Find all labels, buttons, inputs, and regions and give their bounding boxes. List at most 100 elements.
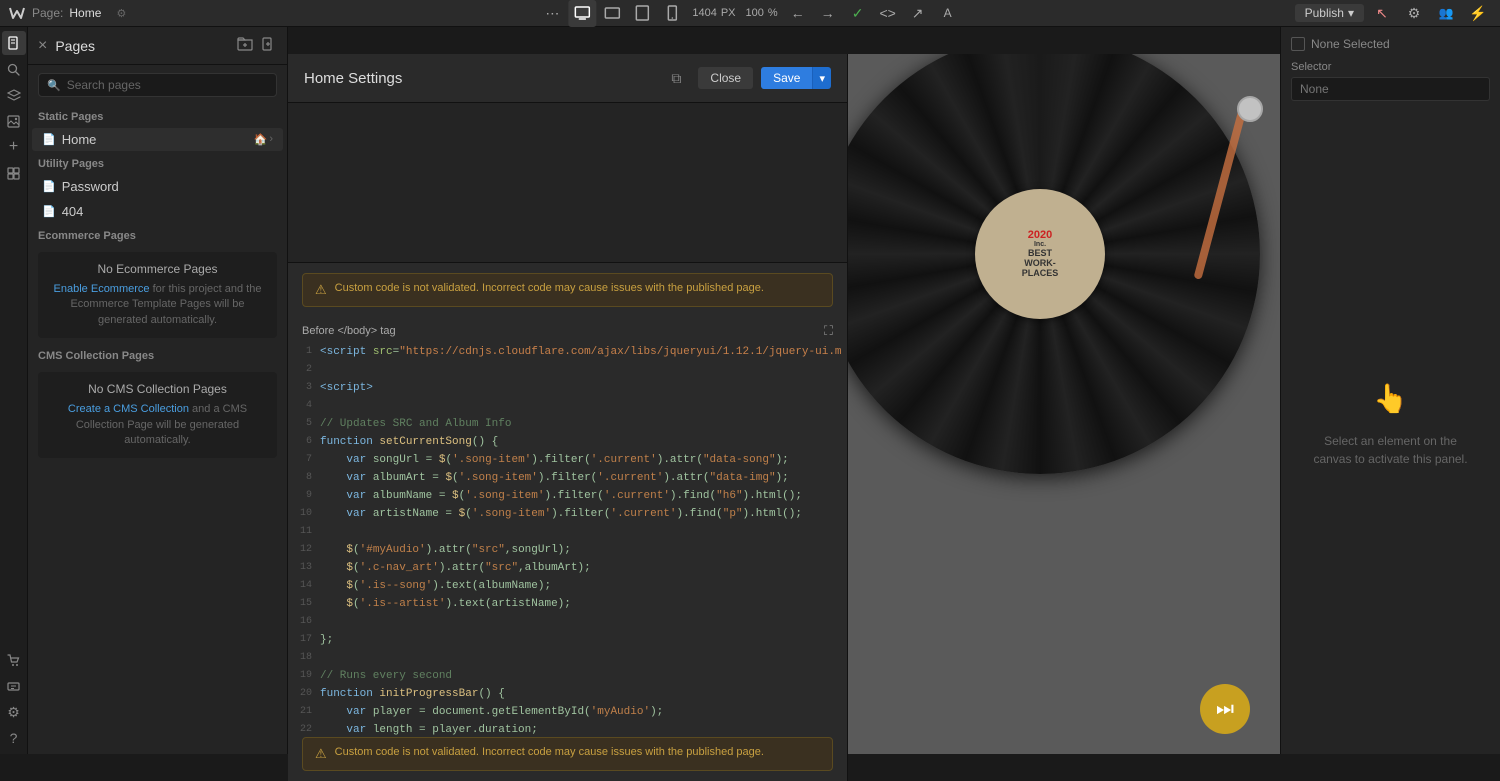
desktop-view-icon[interactable] xyxy=(568,0,596,27)
cursor-tool-icon[interactable]: ↖ xyxy=(1368,0,1396,27)
code-line-9: 9 var albumName = $('.song-item').filter… xyxy=(292,487,843,505)
topbar: Page: Home ⚙ ⋯ 1404 PX 100 % ← → ✓ <> ↗ xyxy=(0,0,1500,27)
panel-header: × Pages xyxy=(28,27,287,65)
page-file-icon: 📄 xyxy=(42,205,56,218)
integrations-icon[interactable]: ⚙ xyxy=(2,700,26,724)
selector-input[interactable] xyxy=(1291,77,1490,101)
tablet-portrait-icon[interactable] xyxy=(628,0,656,27)
assets-icon[interactable] xyxy=(2,109,26,133)
save-dropdown-arrow[interactable]: ▾ xyxy=(812,67,831,89)
canvas-width: 1404 xyxy=(692,7,716,19)
main-area: + ⚙ ? × Pages xyxy=(0,27,1500,754)
search-box: 🔍 xyxy=(38,73,277,97)
copy-icon[interactable]: ⧉ xyxy=(662,64,690,92)
settings-title: Home Settings xyxy=(304,70,402,87)
page-item-404[interactable]: 📄 404 xyxy=(32,200,283,223)
topbar-left: Page: Home ⚙ xyxy=(8,0,135,27)
cms-pages-label: CMS Collection Pages xyxy=(28,344,287,366)
code-line-12: 12 $('#myAudio').attr("src",songUrl); xyxy=(292,541,843,559)
font-icon[interactable]: A xyxy=(934,0,962,27)
page-404-name: 404 xyxy=(62,204,273,219)
close-button[interactable]: Close xyxy=(698,67,753,89)
enable-ecommerce-link[interactable]: Enable Ecommerce xyxy=(54,283,150,295)
code-line-13: 13 $('.c-nav_art').attr("src",albumArt); xyxy=(292,559,843,577)
code-line-8: 8 var albumArt = $('.song-item').filter(… xyxy=(292,469,843,487)
panel-header-icons xyxy=(235,35,277,56)
settings-gear-icon[interactable]: ⚙ xyxy=(1400,0,1428,27)
page-file-icon: 📄 xyxy=(42,133,56,146)
code-line-14: 14 $('.is--song').text(albumName); xyxy=(292,577,843,595)
code-line-21: 21 var player = document.getElementById(… xyxy=(292,703,843,721)
code-expand-button[interactable]: ⛶ xyxy=(824,323,833,339)
none-selected-label: None Selected xyxy=(1311,37,1390,51)
code-line-17: 17 }; xyxy=(292,631,843,649)
code-lines: 1 <script src="https://cdnjs.cloudflare.… xyxy=(292,343,843,737)
code-line-19: 19 // Runs every second xyxy=(292,667,843,685)
mobile-icon[interactable] xyxy=(658,0,686,27)
publish-button[interactable]: Publish ▾ xyxy=(1295,4,1364,22)
components-icon[interactable] xyxy=(2,161,26,185)
check-icon[interactable]: ✓ xyxy=(844,0,872,27)
add-icon[interactable]: + xyxy=(2,135,26,159)
save-btn-group: Save ▾ xyxy=(761,67,831,89)
code-line-6: 6 function setCurrentSong() { xyxy=(292,433,843,451)
lightning-icon[interactable]: ⚡ xyxy=(1464,0,1492,27)
code-line-20: 20 function initProgressBar() { xyxy=(292,685,843,703)
warning-bar-bottom: ⚠ Custom code is not validated. Incorrec… xyxy=(302,737,833,771)
redo-icon[interactable]: → xyxy=(814,0,842,27)
code-line-3: 3 <script> xyxy=(292,379,843,397)
search-icon[interactable] xyxy=(2,57,26,81)
save-button[interactable]: Save xyxy=(761,67,812,89)
code-section-header: Before </body> tag ⛶ xyxy=(288,317,847,343)
create-cms-link[interactable]: Create a CMS Collection xyxy=(68,403,189,415)
search-input[interactable] xyxy=(67,78,268,92)
share-icon[interactable]: ↗ xyxy=(904,0,932,27)
code-line-2: 2 xyxy=(292,361,843,379)
page-item-home[interactable]: 📄 Home 🏠 › xyxy=(32,128,283,151)
users-icon[interactable]: 👥 xyxy=(1432,0,1460,27)
more-menu-icon[interactable]: ⋯ xyxy=(538,0,566,27)
settings-header: Home Settings ⧉ Close Save ▾ xyxy=(288,54,847,103)
add-page-icon[interactable] xyxy=(259,35,277,56)
add-page-folder-icon[interactable] xyxy=(235,35,255,56)
code-section-label-text: Before </body> tag xyxy=(302,325,396,337)
right-panel: None Selected Selector 👆 Select an eleme… xyxy=(1280,27,1500,754)
tablet-landscape-icon[interactable] xyxy=(598,0,626,27)
code-line-7: 7 var songUrl = $('.song-item').filter('… xyxy=(292,451,843,469)
panel-close-icon[interactable]: × xyxy=(38,37,47,55)
pages-icon[interactable] xyxy=(2,31,26,55)
home-icon[interactable]: 🏠 xyxy=(254,133,268,146)
code-editor[interactable]: 1 <script src="https://cdnjs.cloudflare.… xyxy=(292,343,843,737)
code-line-18: 18 xyxy=(292,649,843,667)
cms-icon[interactable] xyxy=(2,674,26,698)
ecommerce-icon[interactable] xyxy=(2,648,26,672)
page-item-password[interactable]: 📄 Password xyxy=(32,175,283,198)
code-toggle-icon[interactable]: <> xyxy=(874,0,902,27)
code-line-22: 22 var length = player.duration; xyxy=(292,721,843,737)
static-pages-label: Static Pages xyxy=(28,105,287,127)
panel-title: Pages xyxy=(55,38,95,54)
warning-bottom-icon: ⚠ xyxy=(315,746,327,762)
help-icon[interactable]: ? xyxy=(2,726,26,750)
page-file-icon: 📄 xyxy=(42,180,56,193)
cursor-pointer-icon: 👆 xyxy=(1373,378,1408,420)
ecommerce-pages-label: Ecommerce Pages xyxy=(28,224,287,246)
code-line-4: 4 xyxy=(292,397,843,415)
pages-panel: × Pages 🔍 Static Pages 📄 Home 🏠 xyxy=(28,27,288,754)
warning-icon: ⚠ xyxy=(315,282,327,298)
canvas-size-unit: PX xyxy=(721,7,736,19)
publish-chevron-icon: ▾ xyxy=(1348,6,1354,20)
canvas-zoom: 100 xyxy=(746,7,764,19)
page-settings-icon[interactable]: ⚙ xyxy=(107,0,135,27)
chevron-right-icon[interactable]: › xyxy=(269,133,273,146)
warning-bar-top: ⚠ Custom code is not validated. Incorrec… xyxy=(302,273,833,307)
layers-icon[interactable] xyxy=(2,83,26,107)
utility-pages-label: Utility Pages xyxy=(28,152,287,174)
page-home-name: Home xyxy=(62,132,248,147)
none-selected-checkbox[interactable] xyxy=(1291,37,1305,51)
no-cms-text: Create a CMS Collection and a CMS Collec… xyxy=(48,402,267,448)
undo-icon[interactable]: ← xyxy=(784,0,812,27)
page-password-name: Password xyxy=(62,179,273,194)
settings-top-area xyxy=(288,103,847,263)
topbar-right: Publish ▾ ↖ ⚙ 👥 ⚡ xyxy=(1295,0,1492,27)
